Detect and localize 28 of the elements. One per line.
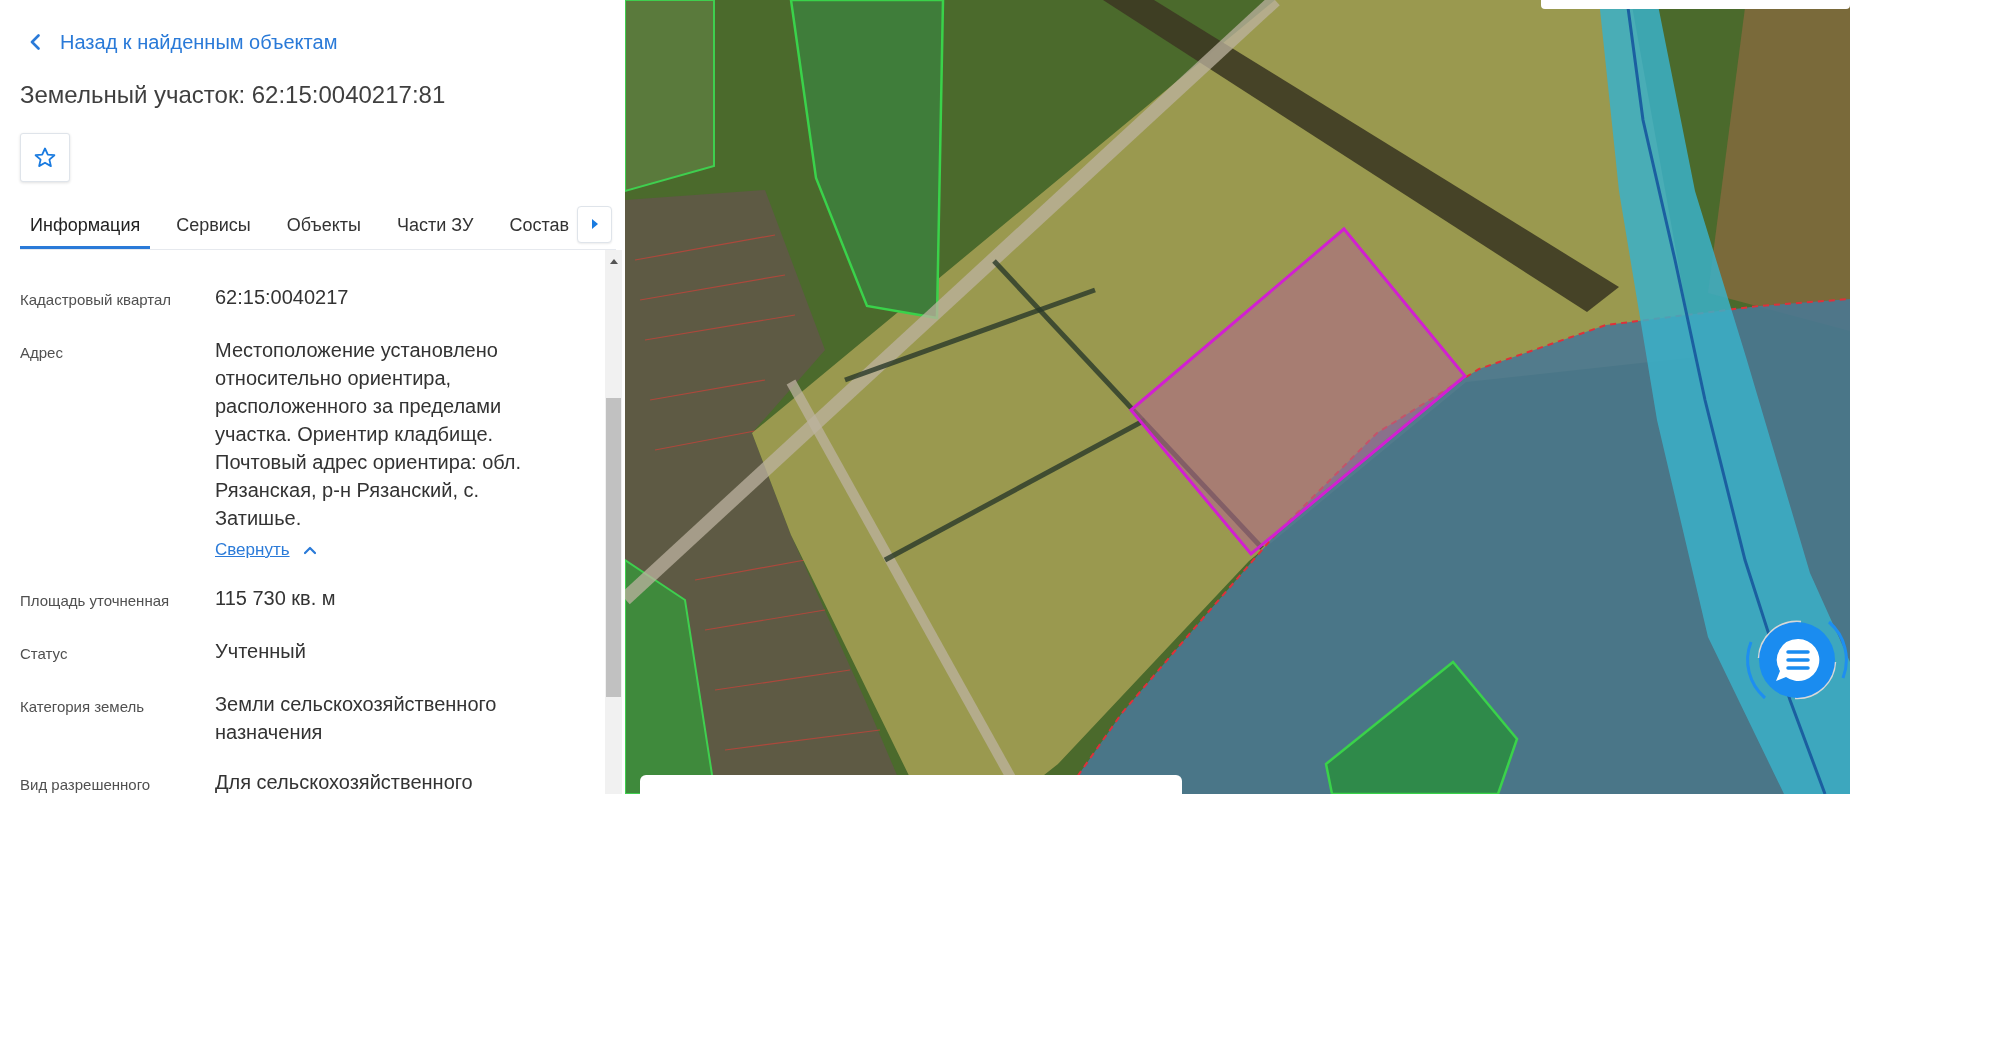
property-label: Кадастровый квартал — [20, 290, 172, 310]
back-link[interactable]: Назад к найденным объектам — [30, 30, 338, 54]
property-value: Местоположение установлено относительно ориентира, расположенного за пределами участка. Ориентир кладбище. Почтовый адрес ориентира: обл. Рязанская, р-н Рязанский, с. Затишье. — [215, 338, 523, 531]
scrollbar[interactable] — [605, 250, 622, 794]
tab[interactable]: Информация — [20, 203, 151, 249]
tab[interactable]: Сервисы — [166, 203, 261, 249]
property-label: Адрес — [20, 343, 63, 363]
property-label: Категория земель — [20, 697, 145, 717]
tab[interactable]: Состав — [499, 203, 577, 249]
parcel-title: Земельный участок: 62:15:0040217:81 — [20, 80, 446, 110]
property-label: Вид разрешенного — [20, 775, 151, 794]
caret-right-icon — [591, 219, 598, 229]
tab[interactable]: Объекты — [276, 203, 372, 249]
scroll-up-icon[interactable] — [609, 259, 618, 264]
scrollbar-thumb[interactable] — [606, 398, 621, 697]
property-value: Земли сельскохозяйственного назначения — [215, 692, 498, 745]
property-value: Для сельскохозяйственного — [215, 770, 473, 794]
property-value: 115 730 кв. м — [215, 586, 336, 611]
property-value: Учтенный — [215, 639, 306, 664]
property-value: 62:15:0040217 — [215, 285, 349, 310]
property-label: Статус — [20, 644, 68, 664]
favorite-button[interactable] — [20, 133, 70, 182]
chevron-left-icon — [30, 34, 40, 50]
property-label: Площадь уточненная — [20, 591, 170, 611]
collapse-link[interactable]: Свернуть — [215, 538, 316, 562]
chat-icon — [1774, 637, 1820, 683]
tab[interactable]: Части ЗУ — [387, 203, 484, 249]
tabs-scroll-button[interactable] — [577, 205, 612, 243]
